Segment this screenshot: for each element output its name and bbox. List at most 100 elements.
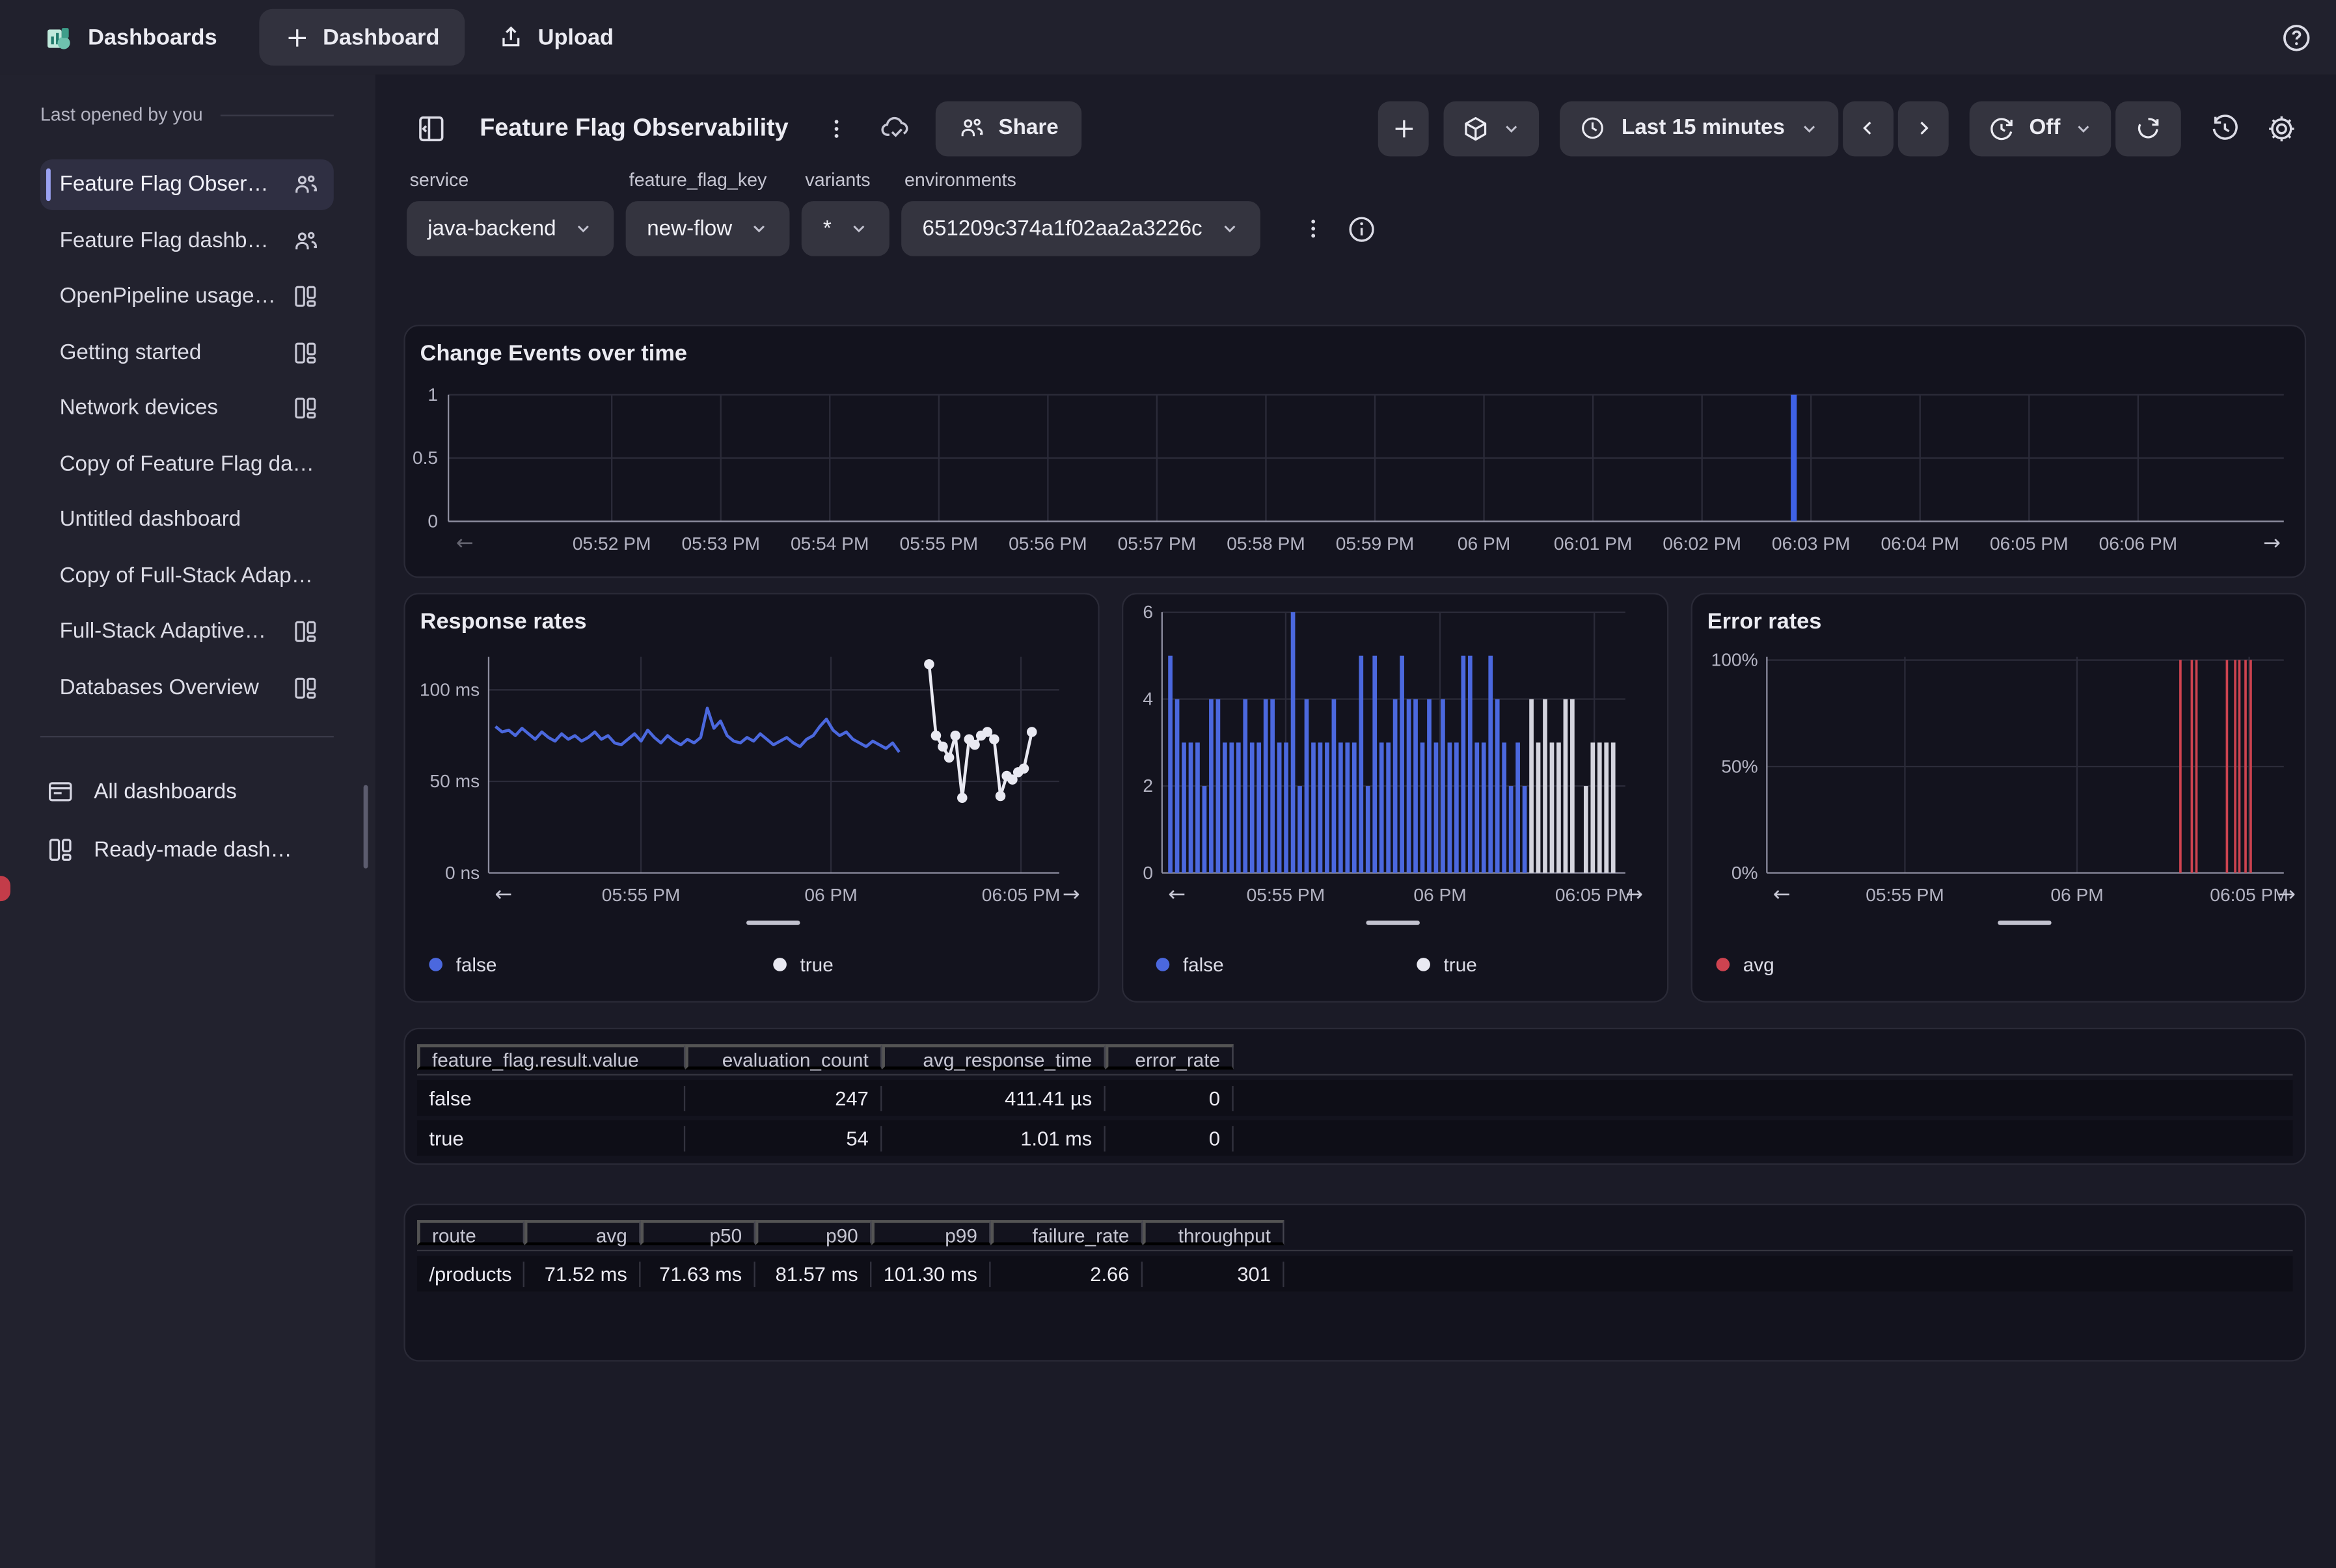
timeframe-forward-button[interactable] (1898, 101, 1949, 156)
svg-text:←: ← (1773, 882, 1791, 906)
svg-text:05:59 PM: 05:59 PM (1336, 534, 1415, 554)
sidebar-item-openpipeline-usage[interactable]: OpenPipeline usage… (40, 271, 334, 322)
sidebar-scrollbar[interactable] (364, 785, 368, 869)
gear-icon (2265, 113, 2296, 144)
filter-info-button[interactable] (1347, 214, 1377, 244)
svg-text:05:54 PM: 05:54 PM (791, 534, 869, 554)
table-cell: 54 (685, 1126, 882, 1151)
column-header-route[interactable]: route (417, 1219, 524, 1245)
svg-text:6: 6 (1143, 602, 1153, 622)
dashboard-tab[interactable]: Dashboard (259, 9, 465, 66)
column-header-avg-response-time[interactable]: avg_response_time (882, 1044, 1105, 1069)
chart-scrollbar[interactable] (746, 921, 800, 925)
column-header-avg[interactable]: avg (524, 1219, 641, 1245)
column-header-evaluation-count[interactable]: evaluation_count (685, 1044, 882, 1069)
sidebar-item-label: Full-Stack Adaptive… (60, 619, 280, 643)
sidebar-item-untitled-dashboard[interactable]: Untitled dashboard (40, 494, 334, 545)
column-header-feature-flag-result-value[interactable]: feature_flag.result.value (417, 1044, 685, 1069)
legend-item-false[interactable]: false (429, 953, 496, 975)
filter-field-service: servicejava-backend (407, 170, 614, 256)
filter-menu-button[interactable] (1293, 216, 1332, 241)
chart-scrollbar[interactable] (1366, 921, 1419, 925)
column-header-p90[interactable]: p90 (755, 1219, 872, 1245)
tile-feature-flag-table: feature_flag.result.valueevaluation_coun… (403, 1028, 2306, 1165)
legend-item-true[interactable]: true (773, 953, 834, 975)
sidebar-item-databases-overview[interactable]: Databases Overview (40, 662, 334, 713)
column-header-failure-rate[interactable]: failure_rate (991, 1219, 1143, 1245)
sidebar-item-full-stack-adaptive[interactable]: Full-Stack Adaptive… (40, 606, 334, 657)
upload-button[interactable]: Upload (498, 24, 614, 51)
panel-collapse-icon (416, 113, 447, 144)
table-cell: 301 (1143, 1261, 1284, 1286)
history-icon (2208, 113, 2240, 144)
timeframe-back-button[interactable] (1843, 101, 1894, 156)
svg-text:→: → (2263, 530, 2281, 555)
add-tile-button[interactable] (1379, 101, 1430, 156)
svg-text:50%: 50% (1721, 756, 1758, 776)
chevron-down-icon (1800, 118, 1819, 138)
sidebar-item-all-dashboards[interactable]: All dashboards (40, 763, 334, 820)
sidebar-item-getting-started[interactable]: Getting started (40, 327, 334, 378)
change-events-chart[interactable]: 00.5105:52 PM05:53 PM05:54 PM05:55 PM05:… (405, 326, 2306, 578)
version-history-button[interactable] (2199, 101, 2249, 156)
share-button[interactable]: Share (936, 101, 1081, 156)
svg-text:06:05 PM: 06:05 PM (982, 885, 1061, 905)
dashboards-app-icon[interactable] (45, 23, 74, 51)
svg-text:→: → (1625, 882, 1643, 906)
route-metrics-table: routeavgp50p90p99failure_ratethroughput /… (417, 1214, 2292, 1291)
table-cell: /products (417, 1261, 524, 1286)
svg-text:←: ← (495, 882, 512, 906)
sidebar-item-feature-flag-dashb[interactable]: Feature Flag dashb… (40, 215, 334, 266)
svg-text:06:02 PM: 06:02 PM (1663, 534, 1741, 554)
legend-item-avg[interactable]: avg (1717, 953, 1774, 975)
sidebar-item-label: Untitled dashboard (60, 508, 319, 532)
main-content: Feature Flag Observability Share Las (375, 74, 2336, 1568)
table-cell: 0 (1106, 1126, 1234, 1151)
sidebar-item-network-devices[interactable]: Network devices (40, 383, 334, 433)
app-title[interactable]: Dashboards (88, 25, 217, 50)
filter-variants-dropdown[interactable]: * (802, 201, 890, 256)
column-header-error-rate[interactable]: error_rate (1106, 1044, 1234, 1069)
legend-label: true (1444, 953, 1477, 975)
column-header-p50[interactable]: p50 (640, 1219, 755, 1245)
legend-item-true[interactable]: true (1417, 953, 1477, 975)
settings-button[interactable] (2255, 101, 2306, 156)
response-rates-chart[interactable]: 0 ns50 ms100 ms05:55 PM06 PM06:05 PM←→ (405, 595, 1100, 1003)
svg-text:05:52 PM: 05:52 PM (573, 534, 651, 554)
filter-environments-dropdown[interactable]: 651209c374a1f02aa2a3226c (901, 201, 1260, 256)
auto-refresh-button[interactable]: Off (1970, 101, 2111, 156)
timeframe-button[interactable]: Last 15 minutes (1560, 101, 1838, 156)
svg-text:05:55 PM: 05:55 PM (1247, 885, 1325, 905)
error-rates-chart[interactable]: 0%50%100%05:55 PM06 PM06:05 PM←→ (1692, 595, 2306, 1003)
column-header-p99[interactable]: p99 (871, 1219, 990, 1245)
title-menu-button[interactable] (824, 115, 850, 141)
help-button[interactable] (2281, 21, 2312, 53)
chevron-down-icon (849, 219, 869, 239)
sidebar-item-ready-made-dash[interactable]: Ready-made dash… (40, 821, 334, 879)
column-header-throughput[interactable]: throughput (1143, 1219, 1284, 1245)
table-cell: 71.52 ms (524, 1261, 641, 1286)
chart-scrollbar[interactable] (1998, 921, 2051, 925)
sidebar-item-feature-flag-obser[interactable]: Feature Flag Obser… (40, 159, 334, 210)
legend-item-false[interactable]: false (1156, 953, 1224, 975)
view-options-button[interactable] (1445, 101, 1540, 156)
grid-icon (46, 835, 75, 864)
evaluations-chart[interactable]: 024605:55 PM06 PM06:05 PM←→ (1123, 595, 1668, 1003)
sidebar-item-copy-of-full-stack-adap[interactable]: Copy of Full-Stack Adap… (40, 550, 334, 601)
table-cell: true (417, 1126, 685, 1151)
filter-service-dropdown[interactable]: java-backend (407, 201, 614, 256)
table-cell: 1.01 ms (882, 1126, 1105, 1151)
filter-feature-flag-key-dropdown[interactable]: new-flow (626, 201, 790, 256)
legend-label: avg (1743, 953, 1774, 975)
svg-text:05:53 PM: 05:53 PM (681, 534, 760, 554)
grid-icon (292, 674, 319, 701)
grid-icon (292, 395, 319, 422)
legend-dot (1156, 958, 1170, 971)
legend-dot (773, 958, 787, 971)
svg-text:05:57 PM: 05:57 PM (1118, 534, 1197, 554)
table-row: true541.01 ms0 (417, 1120, 2292, 1156)
sidebar-item-label: Ready-made dash… (94, 838, 292, 862)
panel-collapse-button[interactable] (416, 113, 447, 144)
sidebar-item-copy-of-feature-flag-da[interactable]: Copy of Feature Flag da… (40, 439, 334, 489)
refresh-button[interactable] (2115, 101, 2181, 156)
